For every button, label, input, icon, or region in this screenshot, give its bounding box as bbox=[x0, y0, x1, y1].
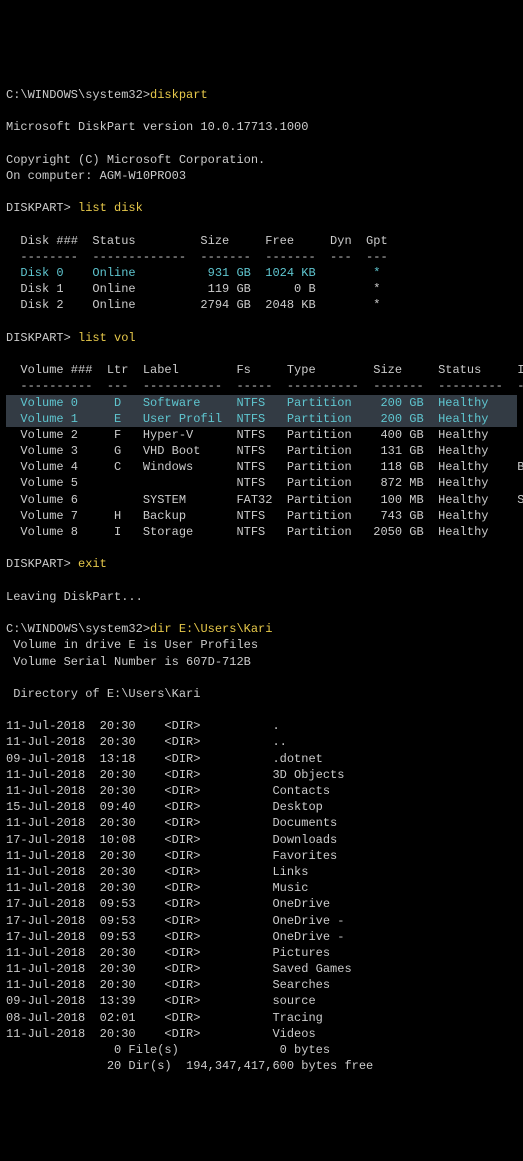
vol-row: Volume 2 F Hyper-V NTFS Partition 400 GB… bbox=[6, 428, 488, 442]
vol-row: Volume 7 H Backup NTFS Partition 743 GB … bbox=[6, 509, 488, 523]
cmd-diskpart: diskpart bbox=[150, 88, 208, 102]
disk-row: Disk 2 Online 2794 GB 2048 KB * bbox=[6, 298, 380, 312]
dp-computer: On computer: AGM-W10PRO03 bbox=[6, 169, 186, 183]
prompt-sys: C:\WINDOWS\system32> bbox=[6, 88, 150, 102]
dp-version: Microsoft DiskPart version 10.0.17713.10… bbox=[6, 120, 308, 134]
dir-entry: 11-Jul-2018 20:30 <DIR> Favorites bbox=[6, 849, 337, 863]
dir-vol: Volume in drive E is User Profiles bbox=[6, 638, 258, 652]
vol-header: Volume ### Ltr Label Fs Type Size Status… bbox=[6, 363, 523, 377]
dir-serial: Volume Serial Number is 607D-712B bbox=[6, 655, 251, 669]
disk-row: Disk 1 Online 119 GB 0 B * bbox=[6, 282, 380, 296]
dir-entry: 17-Jul-2018 09:53 <DIR> OneDrive bbox=[6, 897, 330, 911]
dir-summary-files: 0 File(s) 0 bytes bbox=[6, 1043, 330, 1057]
vol-row: Volume 3 G VHD Boot NTFS Partition 131 G… bbox=[6, 444, 488, 458]
leaving: Leaving DiskPart... bbox=[6, 590, 143, 604]
cmd-dir: dir E:\Users\Kari bbox=[150, 622, 272, 636]
dir-entry: 11-Jul-2018 20:30 <DIR> 3D Objects bbox=[6, 768, 344, 782]
vol-row: Volume 0 D Software NTFS Partition 200 G… bbox=[6, 395, 517, 411]
dir-entry: 11-Jul-2018 20:30 <DIR> .. bbox=[6, 735, 287, 749]
dir-of: Directory of E:\Users\Kari bbox=[6, 687, 200, 701]
dir-entry: 09-Jul-2018 13:39 <DIR> source bbox=[6, 994, 316, 1008]
cmd-listdisk: list disk bbox=[78, 201, 143, 215]
dir-entry: 11-Jul-2018 20:30 <DIR> Videos bbox=[6, 1027, 316, 1041]
dir-entry: 17-Jul-2018 10:08 <DIR> Downloads bbox=[6, 833, 337, 847]
disk-header: Disk ### Status Size Free Dyn Gpt bbox=[6, 234, 388, 248]
dir-entry: 17-Jul-2018 09:53 <DIR> OneDrive - bbox=[6, 914, 352, 928]
vol-sep: ---------- --- ----------- ----- -------… bbox=[6, 379, 523, 393]
disk-row: Disk 0 Online 931 GB 1024 KB * bbox=[6, 266, 380, 280]
vol-row: Volume 6 SYSTEM FAT32 Partition 100 MB H… bbox=[6, 493, 523, 507]
cmd-listvol: list vol bbox=[78, 331, 136, 345]
prompt-sys: C:\WINDOWS\system32> bbox=[6, 622, 150, 636]
dir-entry: 11-Jul-2018 20:30 <DIR> . bbox=[6, 719, 280, 733]
vol-row: Volume 5 NTFS Partition 872 MB Healthy bbox=[6, 476, 488, 490]
dir-entry: 11-Jul-2018 20:30 <DIR> Saved Games bbox=[6, 962, 352, 976]
dp-copyright: Copyright (C) Microsoft Corporation. bbox=[6, 153, 265, 167]
dir-entry: 09-Jul-2018 13:18 <DIR> .dotnet bbox=[6, 752, 323, 766]
prompt-dp: DISKPART> bbox=[6, 201, 78, 215]
dir-entry: 11-Jul-2018 20:30 <DIR> Links bbox=[6, 865, 308, 879]
dir-entry: 15-Jul-2018 09:40 <DIR> Desktop bbox=[6, 800, 323, 814]
dir-entry: 17-Jul-2018 09:53 <DIR> OneDrive - bbox=[6, 930, 352, 944]
dir-summary-dirs: 20 Dir(s) 194,347,417,600 bytes free bbox=[6, 1059, 373, 1073]
dir-entry: 08-Jul-2018 02:01 <DIR> Tracing bbox=[6, 1011, 323, 1025]
dir-entry: 11-Jul-2018 20:30 <DIR> Searches bbox=[6, 978, 330, 992]
disk-sep: -------- ------------- ------- ------- -… bbox=[6, 250, 388, 264]
cmd-exit: exit bbox=[78, 557, 107, 571]
terminal-output: C:\WINDOWS\system32>diskpart Microsoft D… bbox=[6, 71, 517, 1075]
prompt-dp: DISKPART> bbox=[6, 331, 78, 345]
prompt-dp: DISKPART> bbox=[6, 557, 78, 571]
vol-row: Volume 4 C Windows NTFS Partition 118 GB… bbox=[6, 460, 523, 474]
vol-row: Volume 8 I Storage NTFS Partition 2050 G… bbox=[6, 525, 488, 539]
dir-entry: 11-Jul-2018 20:30 <DIR> Music bbox=[6, 881, 308, 895]
dir-entry: 11-Jul-2018 20:30 <DIR> Pictures bbox=[6, 946, 330, 960]
vol-row: Volume 1 E User Profil NTFS Partition 20… bbox=[6, 411, 517, 427]
dir-entry: 11-Jul-2018 20:30 <DIR> Contacts bbox=[6, 784, 330, 798]
dir-entry: 11-Jul-2018 20:30 <DIR> Documents bbox=[6, 816, 337, 830]
